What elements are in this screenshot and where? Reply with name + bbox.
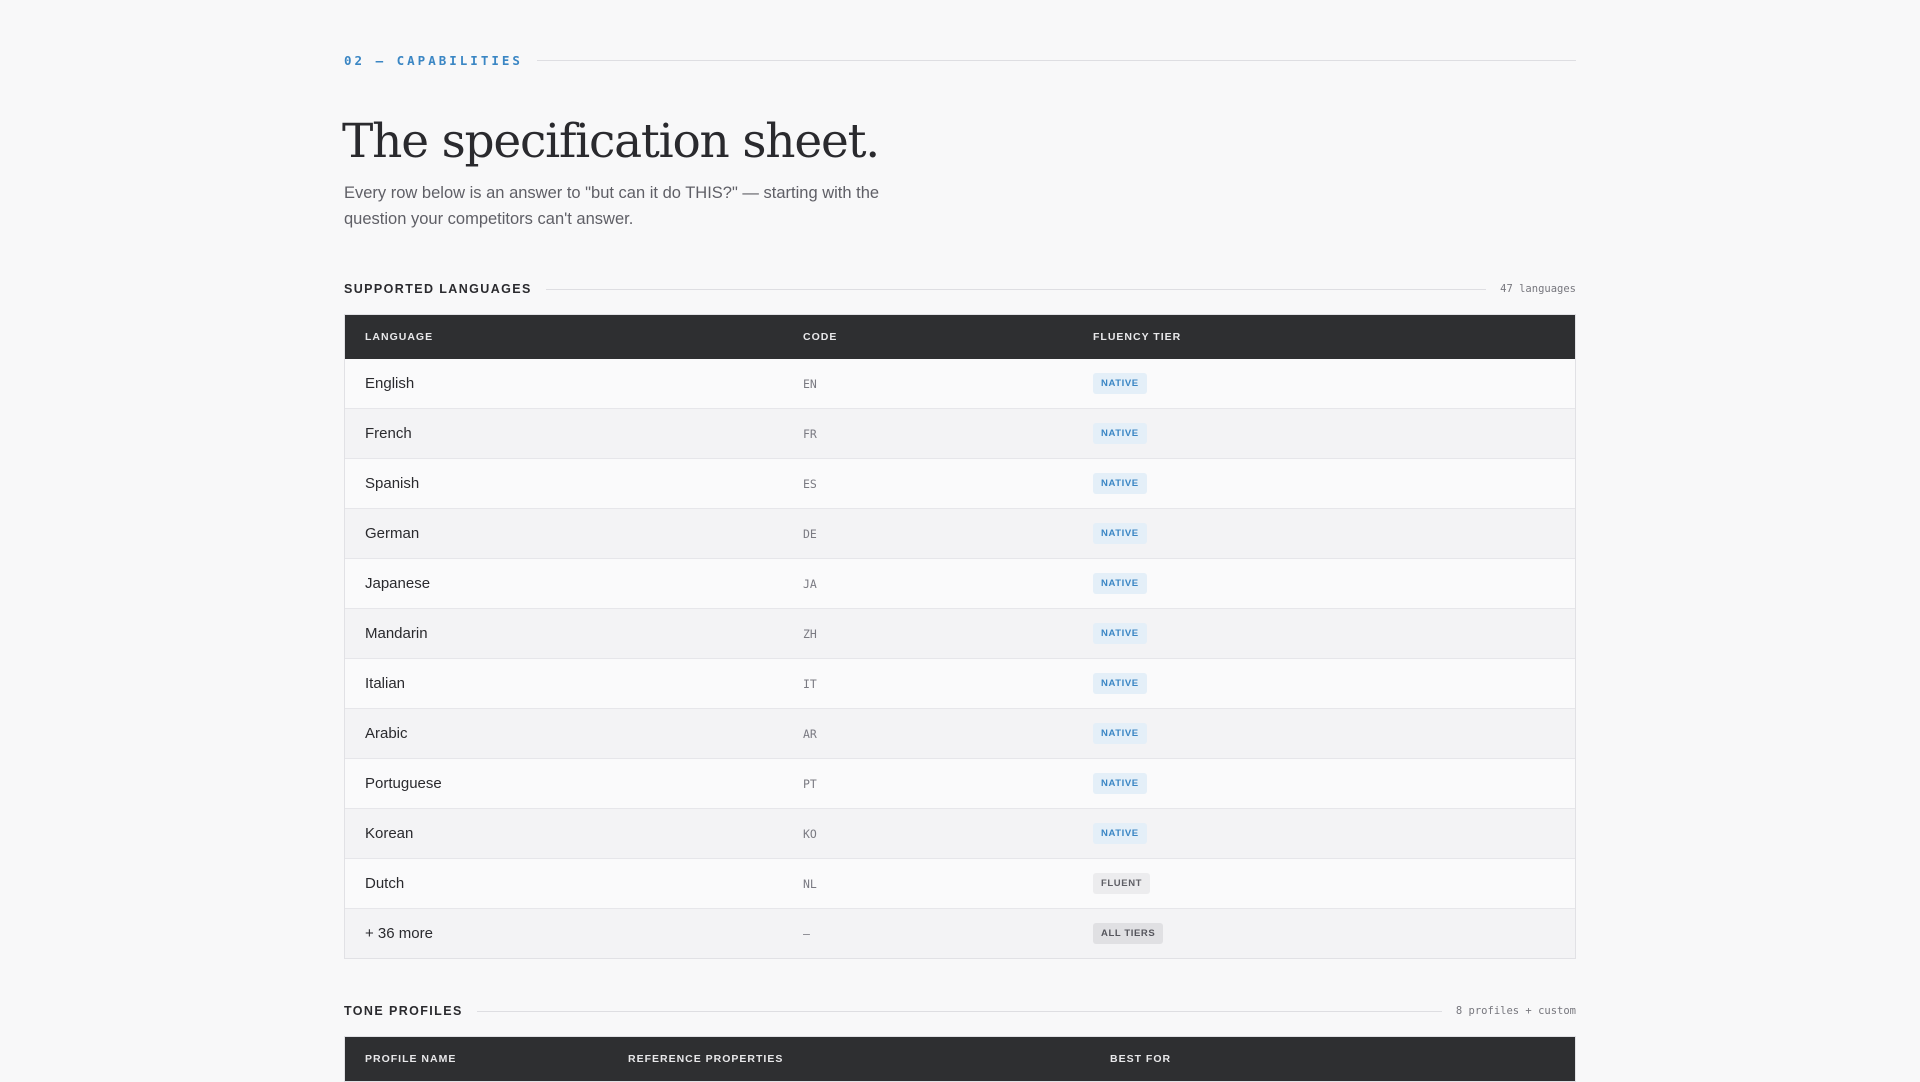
column-header-language: LANGUAGE xyxy=(365,331,434,343)
table-row: Japanese JA NATIVE xyxy=(345,558,1575,608)
language-name: Italian xyxy=(365,674,406,692)
language-name: + 36 more xyxy=(365,924,433,942)
column-header-code: CODE xyxy=(803,331,838,343)
column-header-best-for: BEST FOR xyxy=(1110,1053,1172,1065)
language-code: EN xyxy=(803,376,817,391)
eyebrow-label: 02 — CAPABILITIES xyxy=(344,53,523,68)
languages-table-body: English EN NATIVE French FR NATIVE Spanish ES NA… xyxy=(345,359,1575,958)
language-code: JA xyxy=(803,576,817,591)
language-name: Dutch xyxy=(365,874,405,892)
section-eyebrow: 02 — CAPABILITIES xyxy=(344,53,1576,68)
language-code: ZH xyxy=(803,626,817,641)
table-row: Arabic AR NATIVE xyxy=(345,708,1575,758)
table-row: Dutch NL FLUENT xyxy=(345,858,1575,908)
column-header-profile: PROFILE NAME xyxy=(365,1053,457,1065)
fluency-badge: NATIVE xyxy=(1093,823,1147,844)
tones-divider xyxy=(476,1010,1442,1012)
table-row: Mandarin ZH NATIVE xyxy=(345,608,1575,658)
tones-count: 8 profiles + custom xyxy=(1455,1005,1576,1017)
fluency-badge: NATIVE xyxy=(1093,773,1147,794)
language-code: KO xyxy=(803,826,817,841)
language-name: German xyxy=(365,524,420,542)
tones-title: TONE PROFILES xyxy=(344,1004,463,1018)
table-row: Spanish ES NATIVE xyxy=(345,458,1575,508)
language-code: FR xyxy=(803,426,817,441)
languages-divider xyxy=(545,288,1487,290)
fluency-badge: NATIVE xyxy=(1093,573,1147,594)
language-code: PT xyxy=(803,776,817,791)
fluency-badge: NATIVE xyxy=(1093,523,1147,544)
language-name: Spanish xyxy=(365,474,420,492)
language-name: Mandarin xyxy=(365,624,428,642)
languages-table: LANGUAGE CODE FLUENCY TIER English EN NATI… xyxy=(344,314,1576,959)
language-code: DE xyxy=(803,526,817,541)
language-name: English xyxy=(365,374,415,392)
language-name: Japanese xyxy=(365,574,431,592)
column-header-fluency: FLUENCY TIER xyxy=(1093,331,1182,343)
language-code: NL xyxy=(803,876,817,891)
tones-header: TONE PROFILES 8 profiles + custom xyxy=(344,1004,1576,1018)
languages-count: 47 languages xyxy=(1500,283,1576,295)
language-code: — xyxy=(803,926,810,941)
column-header-properties: REFERENCE PROPERTIES xyxy=(628,1053,784,1065)
language-code: AR xyxy=(803,726,817,741)
fluency-badge: NATIVE xyxy=(1093,373,1147,394)
fluency-badge: FLUENT xyxy=(1093,873,1151,894)
page-title: The specification sheet. xyxy=(342,114,880,169)
fluency-badge: NATIVE xyxy=(1093,473,1147,494)
table-row: + 36 more — ALL TIERS xyxy=(345,908,1575,958)
languages-table-header: LANGUAGE CODE FLUENCY TIER xyxy=(345,315,1575,359)
fluency-badge: ALL TIERS xyxy=(1093,923,1164,944)
fluency-badge: NATIVE xyxy=(1093,623,1147,644)
language-code: IT xyxy=(803,676,817,691)
table-row: German DE NATIVE xyxy=(345,508,1575,558)
languages-header: SUPPORTED LANGUAGES 47 languages xyxy=(344,282,1576,296)
table-row: English EN NATIVE xyxy=(345,359,1575,408)
table-row: French FR NATIVE xyxy=(345,408,1575,458)
table-row: Korean KO NATIVE xyxy=(345,808,1575,858)
language-name: Arabic xyxy=(365,724,408,742)
tones-table: PROFILE NAME REFERENCE PROPERTIES BEST F… xyxy=(344,1036,1576,1082)
languages-title: SUPPORTED LANGUAGES xyxy=(344,282,532,296)
table-row: Portuguese PT NATIVE xyxy=(345,758,1575,808)
tones-table-header: PROFILE NAME REFERENCE PROPERTIES BEST F… xyxy=(345,1037,1575,1081)
eyebrow-divider xyxy=(536,60,1576,61)
fluency-badge: NATIVE xyxy=(1093,723,1147,744)
table-row: Italian IT NATIVE xyxy=(345,658,1575,708)
fluency-badge: NATIVE xyxy=(1093,423,1147,444)
language-name: French xyxy=(365,424,412,442)
language-name: Portuguese xyxy=(365,774,442,792)
language-code: ES xyxy=(803,476,817,491)
page-lede: Every row below is an answer to "but can… xyxy=(344,184,880,228)
fluency-badge: NATIVE xyxy=(1093,673,1147,694)
language-name: Korean xyxy=(365,824,414,842)
